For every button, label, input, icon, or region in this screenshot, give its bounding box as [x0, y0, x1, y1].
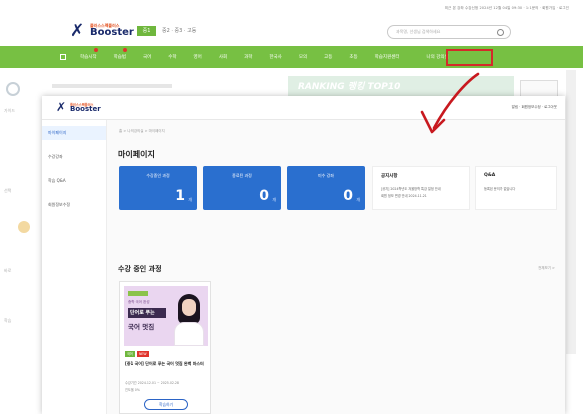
nav-item[interactable]: 영어	[194, 54, 202, 60]
search-input[interactable]: 과목명, 선생님 검색하세요	[387, 25, 511, 39]
study-button[interactable]: 학습하기	[144, 399, 188, 410]
top-utility-links[interactable]: 최근 본 강좌 수강신청 2024년 12월 04일 09:30 · 1:1문의…	[445, 6, 569, 11]
background-text: 가이드	[4, 108, 16, 113]
search-icon[interactable]	[497, 29, 504, 36]
thumbnail-text: 단어로 푸는	[128, 308, 166, 318]
background-text: 학습	[4, 318, 12, 323]
nav-item[interactable]: 모의	[299, 54, 307, 60]
decorative-dot	[18, 221, 30, 233]
nav-item[interactable]: 국어	[143, 54, 151, 60]
panel-top-links[interactable]: 알림 · 회원정보수정 · 로그아웃	[512, 105, 557, 110]
stat-value: 0	[259, 188, 269, 204]
nav-item[interactable]: 사회	[219, 54, 227, 60]
thumbnail-tag	[128, 291, 148, 296]
nav-item[interactable]: 수학	[168, 54, 176, 60]
stat-label: 수강중인 과정	[146, 173, 170, 178]
stat-label: 미수 강좌	[318, 173, 334, 178]
teacher-face	[182, 299, 196, 316]
stat-card-pending[interactable]: 미수 강좌 0 개	[287, 166, 365, 210]
ranking-banner-text: RANKING 랭킹 TOP10	[298, 82, 401, 92]
qna-title: Q&A	[484, 173, 496, 178]
panel-logo-text: Booster	[70, 105, 101, 113]
mypage-screenshot: ✗ 플러스스펙플러스 Booster 알림 · 회원정보수정 · 로그아웃 마이…	[42, 96, 565, 414]
sidebar-item-courses[interactable]: 수강강좌	[48, 154, 63, 160]
stat-value: 0	[343, 188, 353, 204]
sidebar-item-qna[interactable]: 학습 Q&A	[48, 178, 66, 184]
headset-icon	[6, 82, 20, 96]
screenshot-stage: 최근 본 강좌 수강신청 2024년 12월 04일 09:30 · 1:1문의…	[0, 0, 583, 414]
category-tabs[interactable]: 중2 · 중3 · 고등	[162, 27, 196, 34]
qna-line: 등록된 문의가 없습니다	[484, 187, 516, 191]
stat-unit: 개	[188, 197, 192, 202]
nav-item[interactable]: 학습지원센터	[375, 54, 400, 60]
course-badge: 국어	[125, 351, 135, 357]
background-headline	[52, 84, 172, 88]
notice-line[interactable]: [공지] 2024학년도 겨울방학 특강 일정 안내	[381, 186, 441, 191]
stat-unit: 개	[356, 197, 360, 202]
notice-title: 공지사항	[381, 174, 398, 179]
background-left-column: 가이드 선택 바로 학습	[0, 68, 42, 358]
stat-card-finished[interactable]: 종료된 과정 0 개	[203, 166, 281, 210]
notification-dot	[122, 48, 127, 52]
nav-item[interactable]: 초등	[349, 54, 357, 60]
notification-dot	[93, 48, 98, 52]
thumbnail-text: 국어 멋짐	[128, 323, 155, 331]
logo-mark-icon: ✗	[70, 21, 85, 41]
course-badge: NEW	[137, 351, 149, 357]
panel-header: ✗ 플러스스펙플러스 Booster 알림 · 회원정보수정 · 로그아웃	[42, 96, 565, 120]
annotation-arrow-icon	[420, 72, 480, 134]
nav-item[interactable]: 한국사	[269, 54, 281, 60]
background-text: 선택	[4, 188, 12, 193]
stat-unit: 개	[272, 197, 276, 202]
course-meta: 수강기간 2024.12.01 ~ 2025.02.28	[125, 381, 179, 385]
notice-card[interactable]: 공지사항 [공지] 2024학년도 겨울방학 특강 일정 안내 회원 정보 변경…	[372, 166, 470, 210]
nav-item-label: 학습시작	[80, 55, 97, 60]
thumbnail-text: 중학 국어 완성	[128, 300, 150, 304]
more-link[interactable]: 전체보기 >	[538, 266, 555, 271]
logo-mark-icon: ✗	[56, 100, 67, 114]
teacher-body	[174, 322, 204, 346]
course-name[interactable]: [중1 국어] 단어로 푸는 국어 멋짐 완벽 마스터	[125, 361, 207, 367]
background-scrollbar	[566, 70, 576, 354]
search-placeholder: 과목명, 선생님 검색하세요	[396, 29, 441, 34]
sidebar-item-mypage[interactable]: 마이페이지	[48, 130, 66, 136]
qna-card[interactable]: Q&A 등록된 문의가 없습니다	[475, 166, 557, 210]
page-title: 마이페이지	[118, 150, 155, 159]
main-nav-items: 학습시작 학습법 국어 수학 영어 사회 과학 한국사 모의 고등 초등 학습지원센터 나의 강의실	[60, 46, 449, 68]
background-text: 바로	[4, 268, 12, 273]
site-logo[interactable]: ✗ 플러스스펙플러스 Booster	[70, 21, 134, 41]
highlight-box	[446, 49, 493, 66]
course-thumbnail[interactable]: 중학 국어 완성 단어로 푸는 국어 멋짐	[124, 286, 208, 346]
course-card[interactable]: 중학 국어 완성 단어로 푸는 국어 멋짐 국어 NEW [중1 국어] 단어로…	[119, 281, 211, 414]
nav-item[interactable]: 과학	[244, 54, 252, 60]
teacher-photo	[170, 288, 208, 346]
stat-card-ongoing[interactable]: 수강중인 과정 1 개	[119, 166, 197, 210]
panel-logo[interactable]: ✗ 플러스스펙플러스 Booster	[56, 101, 110, 115]
mypage-content: 홈 > 나의강의실 > 마이페이지 마이페이지 수강중인 과정 1 개 종료된 …	[107, 120, 565, 414]
nav-item[interactable]: 학습법	[113, 48, 127, 60]
mypage-sidebar: 마이페이지 수강강좌 학습 Q&A 회원정보수정	[42, 120, 107, 414]
breadcrumb: 홈 > 나의강의실 > 마이페이지	[119, 129, 165, 133]
notice-line[interactable]: 회원 정보 변경 안내 2024.11.21	[381, 193, 427, 198]
logo-text: Booster	[90, 27, 134, 38]
nav-item-label: 학습법	[113, 55, 126, 60]
section-title-courses: 수강 중인 과정	[118, 265, 162, 273]
course-meta: 진도율 0%	[125, 388, 140, 392]
main-nav: 학습시작 학습법 국어 수학 영어 사회 과학 한국사 모의 고등 초등 학습지원센터 나의 강의실	[0, 46, 583, 68]
home-icon[interactable]	[60, 54, 66, 60]
panel-body: 마이페이지 수강강좌 학습 Q&A 회원정보수정 홈 > 나의강의실 > 마이페…	[42, 120, 565, 414]
stat-label: 종료된 과정	[232, 173, 252, 178]
nav-item[interactable]: 고등	[324, 54, 332, 60]
sidebar-item-profile[interactable]: 회원정보수정	[48, 202, 70, 208]
stat-value: 1	[175, 188, 185, 204]
nav-item[interactable]: 학습시작	[80, 48, 98, 60]
category-tab-active[interactable]: 중1	[137, 26, 156, 36]
